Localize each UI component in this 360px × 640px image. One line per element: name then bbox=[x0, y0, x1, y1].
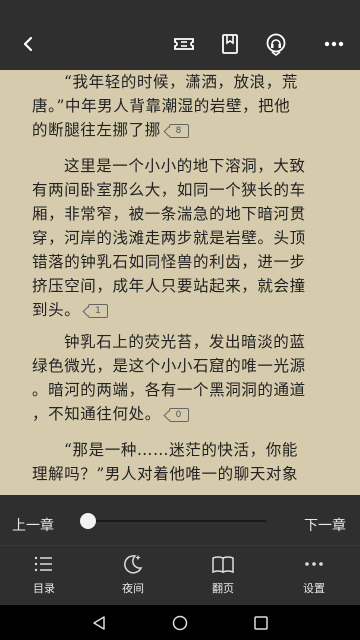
nav-home-icon[interactable] bbox=[171, 614, 189, 632]
tab-settings-label: 设置 bbox=[303, 582, 325, 595]
text-line: 这里是一个小小的地下溶洞，大致 bbox=[64, 157, 306, 175]
paragraph: 这里是一个小小的地下溶洞，大致 有两间卧室那么大，如同一个狭长的车 厢，非常窄，… bbox=[32, 154, 338, 322]
bookmark-icon[interactable] bbox=[216, 30, 244, 58]
slider-thumb[interactable] bbox=[80, 513, 96, 529]
tab-catalog[interactable]: 目录 bbox=[4, 551, 84, 596]
text-line: 。暗河的两端，各有一个黑洞洞的通道 bbox=[32, 381, 306, 399]
reader-bottom-panel: 上一章 下一章 目录 夜间 翻页 设置 bbox=[0, 495, 360, 605]
paragraph: “那是一种……迷茫的快活，你能 理解吗？”男人对着他唯一的聊天对象 bbox=[32, 438, 338, 486]
catalog-icon bbox=[34, 556, 52, 572]
text-line: 挤压空间，成年人只要站起来，就会撞 bbox=[32, 277, 306, 295]
tab-catalog-label: 目录 bbox=[33, 582, 55, 595]
nav-back-icon[interactable] bbox=[90, 614, 108, 632]
nav-recent-icon[interactable] bbox=[252, 614, 270, 632]
chapter-progress-slider[interactable] bbox=[80, 513, 266, 529]
paragraph: “我年轻的时候，潇洒，放浪，荒 唐。”中年男人背靠潮湿的岩壁，把他 的断腿往左挪… bbox=[32, 70, 338, 142]
text-line: 错落的钟乳石如同怪兽的利齿，进一步 bbox=[32, 253, 306, 271]
audio-listen-icon[interactable] bbox=[262, 30, 290, 58]
text-line: “那是一种……迷茫的快活，你能 bbox=[64, 441, 298, 459]
text-line: 有两间卧室那么大，如同一个狭长的车 bbox=[32, 181, 306, 199]
text-line: 到头。 1 bbox=[32, 298, 338, 322]
tab-night-mode-label: 夜间 bbox=[122, 582, 144, 595]
text-line-content: 到头。 bbox=[32, 301, 81, 319]
reader-top-toolbar bbox=[0, 0, 360, 70]
text-line: 绿色微光，是这个小小石窟的唯一光源 bbox=[32, 357, 306, 375]
comment-count-badge[interactable]: 1 bbox=[88, 304, 109, 318]
text-line: “我年轻的时候，潇洒，放浪，荒 bbox=[64, 73, 298, 91]
paragraph: 钟乳石上的荧光苔，发出暗淡的蓝 绿色微光，是这个小小石窟的唯一光源 。暗河的两端… bbox=[32, 330, 338, 426]
tab-night-mode[interactable]: 夜间 bbox=[93, 551, 173, 596]
comment-count-badge[interactable]: 8 bbox=[168, 124, 189, 138]
text-line: 厢，非常窄，被一条湍急的地下暗河贯 bbox=[32, 205, 306, 223]
text-line: 理解吗？”男人对着他唯一的聊天对象 bbox=[32, 465, 299, 483]
comment-count-badge[interactable]: 0 bbox=[168, 408, 189, 422]
prev-chapter-button[interactable]: 上一章 bbox=[12, 515, 54, 535]
page-turn-icon bbox=[212, 556, 234, 574]
ticket-icon[interactable] bbox=[170, 30, 198, 58]
text-line: 钟乳石上的荧光苔，发出暗淡的蓝 bbox=[64, 333, 306, 351]
back-icon[interactable] bbox=[14, 30, 42, 58]
tab-page-turn[interactable]: 翻页 bbox=[183, 551, 263, 596]
night-mode-icon bbox=[124, 555, 143, 574]
text-line: 的断腿往左挪了挪 8 bbox=[32, 118, 338, 142]
settings-icon bbox=[305, 562, 323, 566]
next-chapter-button[interactable]: 下一章 bbox=[304, 515, 346, 535]
tab-page-turn-label: 翻页 bbox=[212, 582, 234, 595]
tab-settings[interactable]: 设置 bbox=[274, 551, 354, 596]
divider bbox=[0, 545, 360, 546]
system-nav-bar bbox=[0, 605, 360, 640]
text-line: 穿，河岸的浅滩走两步就是岩壁。头顶 bbox=[32, 229, 306, 247]
text-line-content: 的断腿往左挪了挪 bbox=[32, 121, 161, 139]
reading-content[interactable]: “我年轻的时候，潇洒，放浪，荒 唐。”中年男人背靠潮湿的岩壁，把他 的断腿往左挪… bbox=[0, 70, 360, 495]
text-line-content: ，不知通往何处。 bbox=[32, 405, 161, 423]
more-icon[interactable] bbox=[320, 30, 348, 58]
text-line: 唐。”中年男人背靠潮湿的岩壁，把他 bbox=[32, 97, 291, 115]
text-line: ，不知通往何处。 0 bbox=[32, 402, 338, 426]
